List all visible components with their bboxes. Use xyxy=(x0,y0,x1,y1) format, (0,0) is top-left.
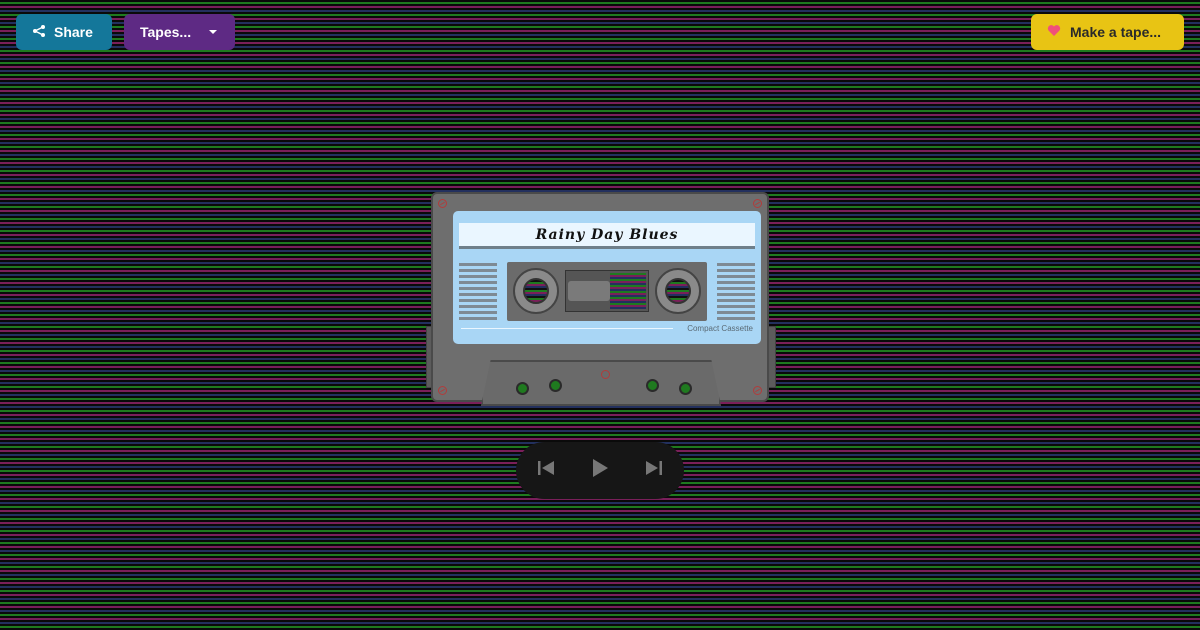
label-lines-right xyxy=(717,263,755,320)
screw-icon xyxy=(438,199,447,208)
screw-icon xyxy=(753,386,762,395)
tape-hole xyxy=(516,382,529,395)
share-icon xyxy=(32,24,46,41)
reel-left xyxy=(513,268,559,314)
make-a-tape-label: Make a tape... xyxy=(1070,24,1162,40)
chevron-down-icon xyxy=(209,30,217,34)
tape-window xyxy=(507,262,707,321)
skip-previous-icon xyxy=(537,460,555,481)
tape-spool xyxy=(565,270,649,312)
cassette-title: Rainy Day Blues xyxy=(535,226,679,243)
cassette-brand: Compact Cassette xyxy=(687,324,753,333)
tapes-label: Tapes... xyxy=(140,24,192,40)
screw-icon xyxy=(601,370,610,379)
share-label: Share xyxy=(54,24,93,40)
skip-next-icon xyxy=(645,460,663,481)
make-a-tape-button[interactable]: Make a tape... xyxy=(1031,14,1184,50)
reel-right xyxy=(655,268,701,314)
tape-hole xyxy=(646,379,659,392)
heart-icon xyxy=(1047,24,1061,40)
brand-line xyxy=(461,328,673,329)
next-button[interactable] xyxy=(640,457,668,485)
tape-hole xyxy=(549,379,562,392)
previous-button[interactable] xyxy=(532,457,560,485)
screw-icon xyxy=(438,386,447,395)
cassette-title-strip: Rainy Day Blues xyxy=(459,223,755,249)
cassette-bottom-bridge xyxy=(481,360,721,406)
tapes-dropdown-button[interactable]: Tapes... xyxy=(124,14,235,50)
player-controls xyxy=(516,442,684,499)
share-button[interactable]: Share xyxy=(16,14,112,50)
screw-icon xyxy=(753,199,762,208)
tape-hole xyxy=(679,382,692,395)
cassette-label: Rainy Day Blues Compact Cassette xyxy=(453,211,761,344)
label-lines-left xyxy=(459,263,497,320)
cassette-tape: Rainy Day Blues Compact Cassette xyxy=(426,192,776,408)
play-button[interactable] xyxy=(586,457,614,485)
play-icon xyxy=(591,458,609,483)
